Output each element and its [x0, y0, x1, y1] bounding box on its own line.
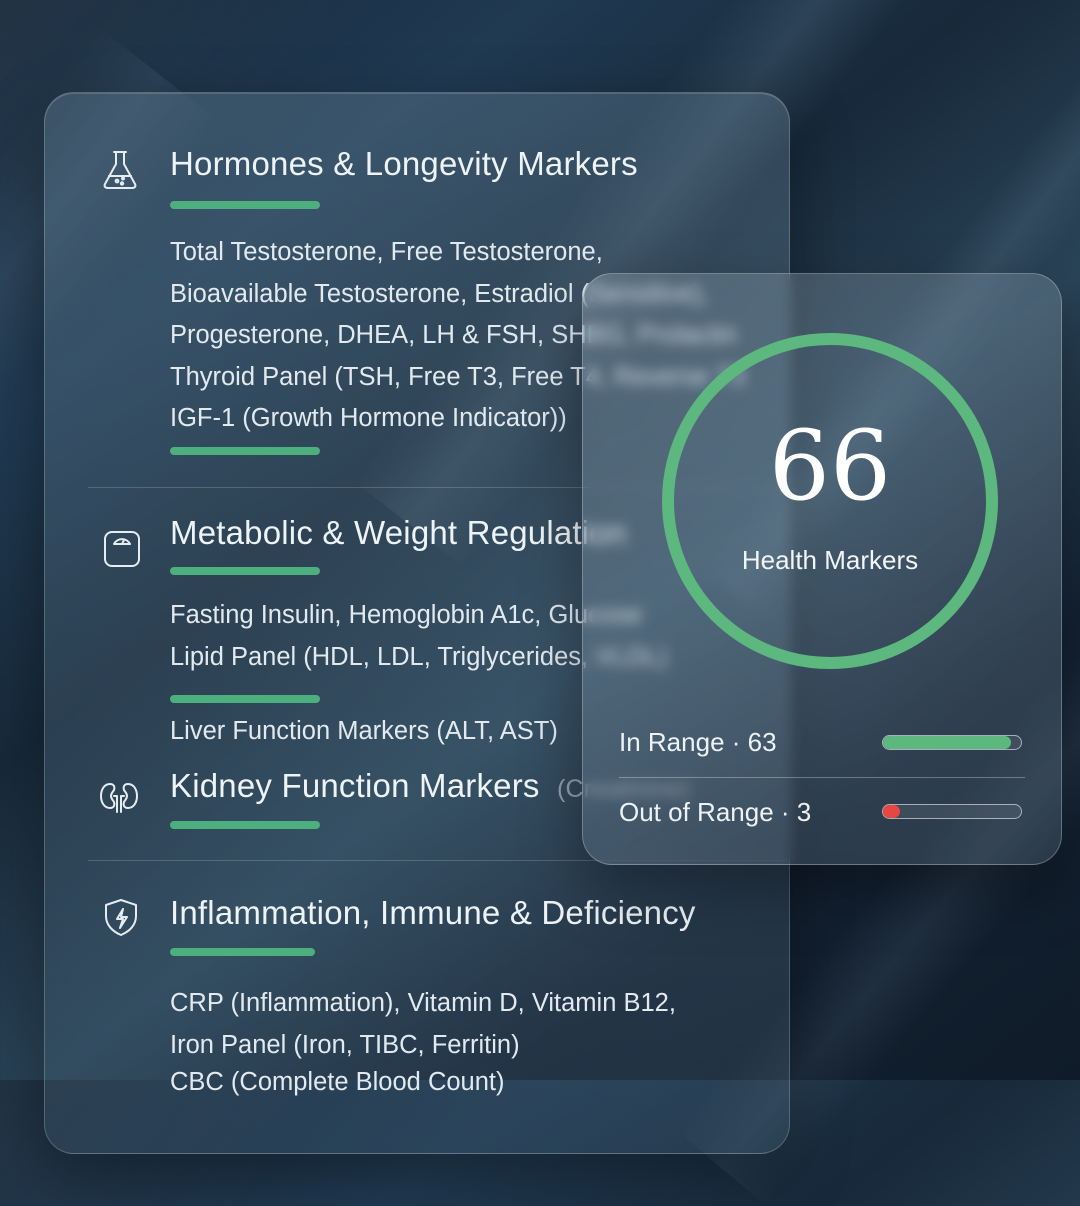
section-title-metabolic: Metabolic & Weight Regulation: [170, 514, 627, 551]
section-accent-rule: [170, 948, 315, 956]
marker-list-line: IGF-1 (Growth Hormone Indicator)): [170, 404, 567, 432]
scale-icon: [100, 527, 144, 571]
shield-bolt-icon: [99, 896, 143, 940]
section-accent-rule: [170, 567, 320, 575]
out-of-range-progress-fill: [883, 805, 900, 818]
section-accent-rule: [170, 821, 320, 829]
section-accent-rule: [170, 201, 320, 209]
marker-list-line: Fasting Insulin, Hemoglobin A1c, Glucose: [170, 601, 642, 629]
section-title-hormones: Hormones & Longevity Markers: [170, 145, 638, 182]
marker-list-line: CRP (Inflammation), Vitamin D, Vitamin B…: [170, 989, 676, 1017]
out-of-range-label: Out of Range · 3: [619, 797, 812, 827]
in-range-progress-fill: [883, 736, 1012, 749]
marker-list-line: Liver Function Markers (ALT, AST): [170, 717, 558, 745]
total-markers-label: Health Markers: [741, 545, 919, 575]
total-markers-count: 66: [768, 410, 892, 522]
kidneys-icon: [97, 776, 141, 820]
in-range-label: In Range · 63: [619, 727, 777, 757]
marker-list-line: Total Testosterone, Free Testosterone,: [170, 238, 603, 266]
marker-list-line: CBC (Complete Blood Count): [170, 1068, 505, 1096]
in-range-progress-bar: [882, 735, 1022, 750]
flask-icon: [98, 148, 142, 192]
stats-divider: [619, 777, 1025, 778]
section-title-inflammation: Inflammation, Immune & Deficiency: [170, 894, 696, 931]
section-title-kidney-text: Kidney Function Markers: [170, 767, 540, 804]
marker-list-line: Iron Panel (Iron, TIBC, Ferritin): [170, 1031, 520, 1059]
section-accent-rule: [170, 447, 320, 455]
out-of-range-progress-bar: [882, 804, 1022, 819]
section-accent-rule: [170, 695, 320, 703]
